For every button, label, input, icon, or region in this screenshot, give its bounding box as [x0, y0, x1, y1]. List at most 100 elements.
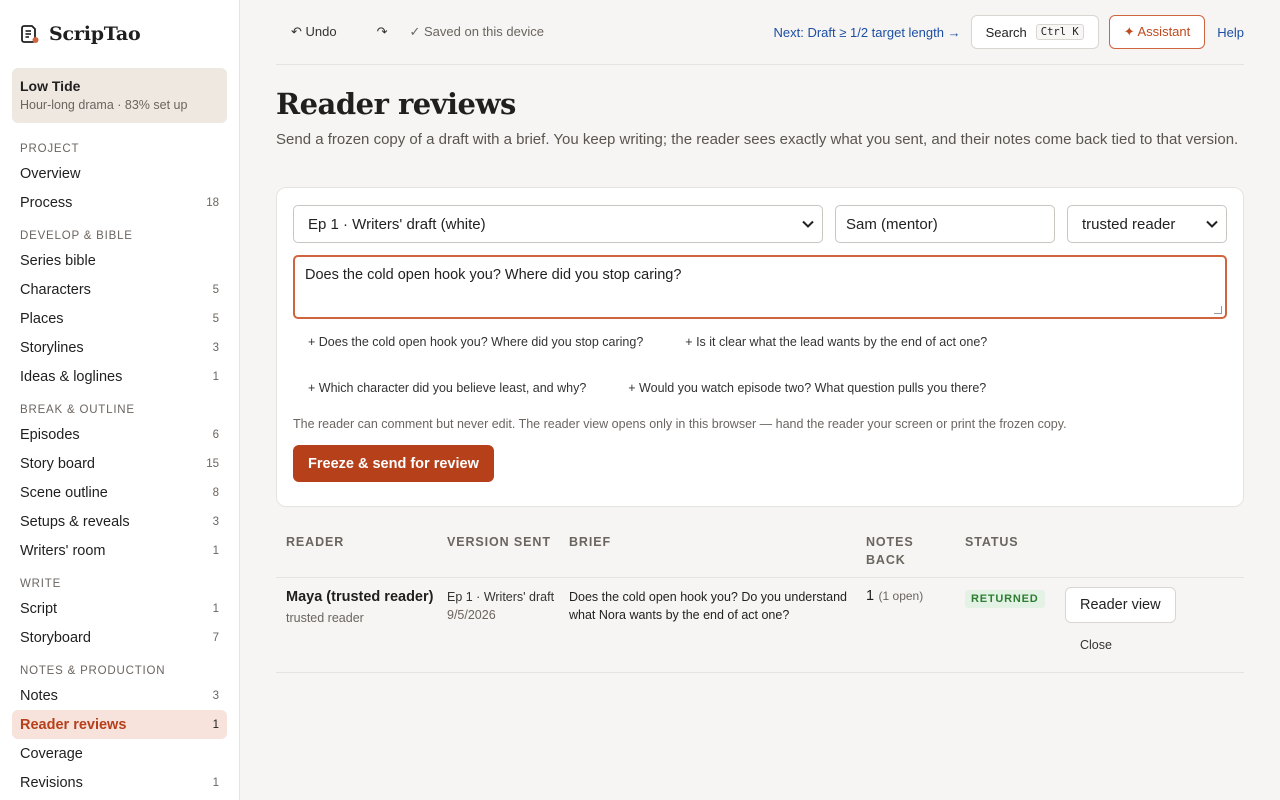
reviews-table: READER VERSION SENT BRIEF NOTES BACK STA… [276, 525, 1244, 673]
sidebar-item-count: 15 [206, 457, 219, 470]
script-logo-icon [20, 24, 40, 44]
chevron-down-icon [802, 217, 814, 231]
brief-cell: Does the cold open hook you? Do you unde… [569, 590, 847, 622]
close-review-button[interactable]: Close [1065, 638, 1244, 652]
reader-view-button[interactable]: Reader view [1065, 587, 1176, 623]
sidebar-item-story-board[interactable]: Story board 15 [12, 449, 227, 478]
project-subtitle: Hour-long drama · 83% set up [20, 98, 188, 112]
sidebar-item-count: 7 [212, 631, 219, 644]
sidebar-section-write: WRITE [20, 578, 62, 590]
search-button[interactable]: Search Ctrl K [970, 15, 1099, 49]
project-switcher[interactable]: Low Tide Hour-long drama · 83% set up [12, 68, 227, 123]
sidebar-item-notes[interactable]: Notes 3 [12, 681, 227, 710]
sidebar-section-break-and-outline: BREAK & OUTLINE [20, 404, 135, 416]
resize-handle-icon[interactable] [1214, 306, 1222, 314]
version-date: 9/5/2026 [447, 608, 496, 622]
sidebar-item-count: 3 [212, 515, 219, 528]
column-header-brief: BRIEF [569, 535, 611, 549]
redo-button[interactable]: ↷ [377, 24, 388, 40]
sidebar-item-label: Places [20, 310, 64, 327]
chevron-down-icon [1206, 217, 1218, 231]
suggestion-chip[interactable]: + Which character did you believe least,… [308, 381, 586, 395]
sidebar-item-label: Scene outline [20, 484, 108, 501]
next-step-link[interactable]: Next: Draft ≥ 1/2 target length → [774, 25, 961, 40]
draft-select[interactable]: Ep 1 · Writers' draft (white) [293, 205, 823, 243]
suggestion-chip[interactable]: + Is it clear what the lead wants by the… [685, 335, 987, 349]
sidebar-item-characters[interactable]: Characters 5 [12, 275, 227, 304]
reader-name: Maya (trusted reader) [286, 589, 434, 605]
column-header-notes: NOTES BACK [866, 535, 914, 567]
version-sent: Ep 1 · Writers' draft [447, 590, 555, 604]
sidebar-item-count: 5 [212, 312, 219, 325]
toolbar: ↶ Undo ↷ ✓ Saved on this device Next: Dr… [276, 0, 1244, 65]
app-name: ScripTao [49, 23, 141, 45]
sidebar-item-count: 18 [206, 196, 219, 209]
assistant-button[interactable]: ✦ Assistant [1108, 15, 1206, 49]
draft-select-value: Ep 1 · Writers' draft (white) [308, 215, 486, 233]
sidebar-item-label: Reader reviews [20, 716, 127, 733]
reader-type-value: trusted reader [1082, 215, 1176, 233]
sidebar-item-label: Writers' room [20, 542, 106, 559]
status-badge: RETURNED [965, 590, 1045, 608]
sidebar-item-count: 6 [212, 428, 219, 441]
sidebar-section-develop-and-bible: DEVELOP & BIBLE [20, 230, 133, 242]
sidebar-item-count: 5 [212, 283, 219, 296]
sidebar-item-storyboard[interactable]: Storyboard 7 [12, 623, 227, 652]
save-status: ✓ Saved on this device [409, 24, 544, 39]
brief-textarea[interactable]: Does the cold open hook you? Where did y… [293, 255, 1227, 319]
sidebar-item-count: 1 [212, 602, 219, 615]
column-header-reader: READER [286, 535, 345, 549]
notes-count: 1 [866, 588, 875, 604]
sidebar-item-count: 3 [212, 689, 219, 702]
sidebar-item-episodes[interactable]: Episodes 6 [12, 420, 227, 449]
sidebar-item-label: Coverage [20, 745, 83, 762]
sidebar: ScripTao Low Tide Hour-long drama · 83% … [0, 0, 240, 800]
help-link[interactable]: Help [1217, 25, 1244, 40]
table-header: READER VERSION SENT BRIEF NOTES BACK STA… [276, 525, 1244, 578]
main-content: ↶ Undo ↷ ✓ Saved on this device Next: Dr… [276, 0, 1244, 800]
suggestion-chip[interactable]: + Does the cold open hook you? Where did… [308, 335, 643, 349]
sidebar-item-label: Notes [20, 687, 58, 704]
sidebar-item-places[interactable]: Places 5 [12, 304, 227, 333]
search-label: Search [985, 24, 1027, 40]
sidebar-item-count: 1 [212, 776, 219, 789]
sidebar-item-script[interactable]: Script 1 [12, 594, 227, 623]
brief-text: Does the cold open hook you? Where did y… [305, 267, 682, 283]
send-review-form: Ep 1 · Writers' draft (white) Sam (mento… [276, 187, 1244, 507]
column-header-actions [1065, 533, 1244, 577]
sidebar-section-notes-and-production: NOTES & PRODUCTION [20, 665, 166, 677]
sidebar-item-process[interactable]: Process 18 [12, 188, 227, 217]
table-row: Maya (trusted reader) trusted reader Ep … [276, 578, 1244, 673]
sidebar-item-writers-room[interactable]: Writers' room 1 [12, 536, 227, 565]
sidebar-item-label: Process [20, 194, 73, 211]
sidebar-item-label: Revisions [20, 774, 83, 791]
column-header-version: VERSION SENT [447, 535, 551, 549]
sidebar-item-scene-outline[interactable]: Scene outline 8 [12, 478, 227, 507]
sidebar-item-overview[interactable]: Overview [12, 159, 227, 188]
freeze-send-button[interactable]: Freeze & send for review [293, 445, 494, 482]
sidebar-item-reader-reviews[interactable]: Reader reviews 1 [12, 710, 227, 739]
brand[interactable]: ScripTao [12, 0, 227, 68]
sidebar-section-project: PROJECT [20, 143, 80, 155]
sidebar-item-coverage[interactable]: Coverage [12, 739, 227, 768]
sidebar-item-revisions[interactable]: Revisions 1 [12, 768, 227, 797]
search-shortcut: Ctrl K [1035, 24, 1084, 40]
reader-type: trusted reader [286, 611, 364, 625]
page-description: Send a frozen copy of a draft with a bri… [276, 131, 1239, 148]
page-title: Reader reviews [276, 87, 516, 121]
sidebar-item-count: 8 [212, 486, 219, 499]
sidebar-item-count: 1 [212, 370, 219, 383]
reader-type-select[interactable]: trusted reader [1067, 205, 1227, 243]
brief-suggestions: + Does the cold open hook you? Where did… [293, 335, 1227, 427]
sidebar-item-storylines[interactable]: Storylines 3 [12, 333, 227, 362]
sidebar-item-series-bible[interactable]: Series bible [12, 246, 227, 275]
sidebar-item-label: Series bible [20, 252, 96, 269]
undo-button[interactable]: ↶ Undo [291, 24, 337, 40]
sidebar-item-count: 1 [212, 718, 219, 731]
suggestion-chip[interactable]: + Would you watch episode two? What ques… [628, 381, 986, 395]
reader-name-input[interactable]: Sam (mentor) [835, 205, 1055, 243]
sidebar-item-label: Story board [20, 455, 95, 472]
sidebar-item-setups-and-reveals[interactable]: Setups & reveals 3 [12, 507, 227, 536]
sidebar-item-ideas-and-loglines[interactable]: Ideas & loglines 1 [12, 362, 227, 391]
sidebar-item-label: Characters [20, 281, 91, 298]
